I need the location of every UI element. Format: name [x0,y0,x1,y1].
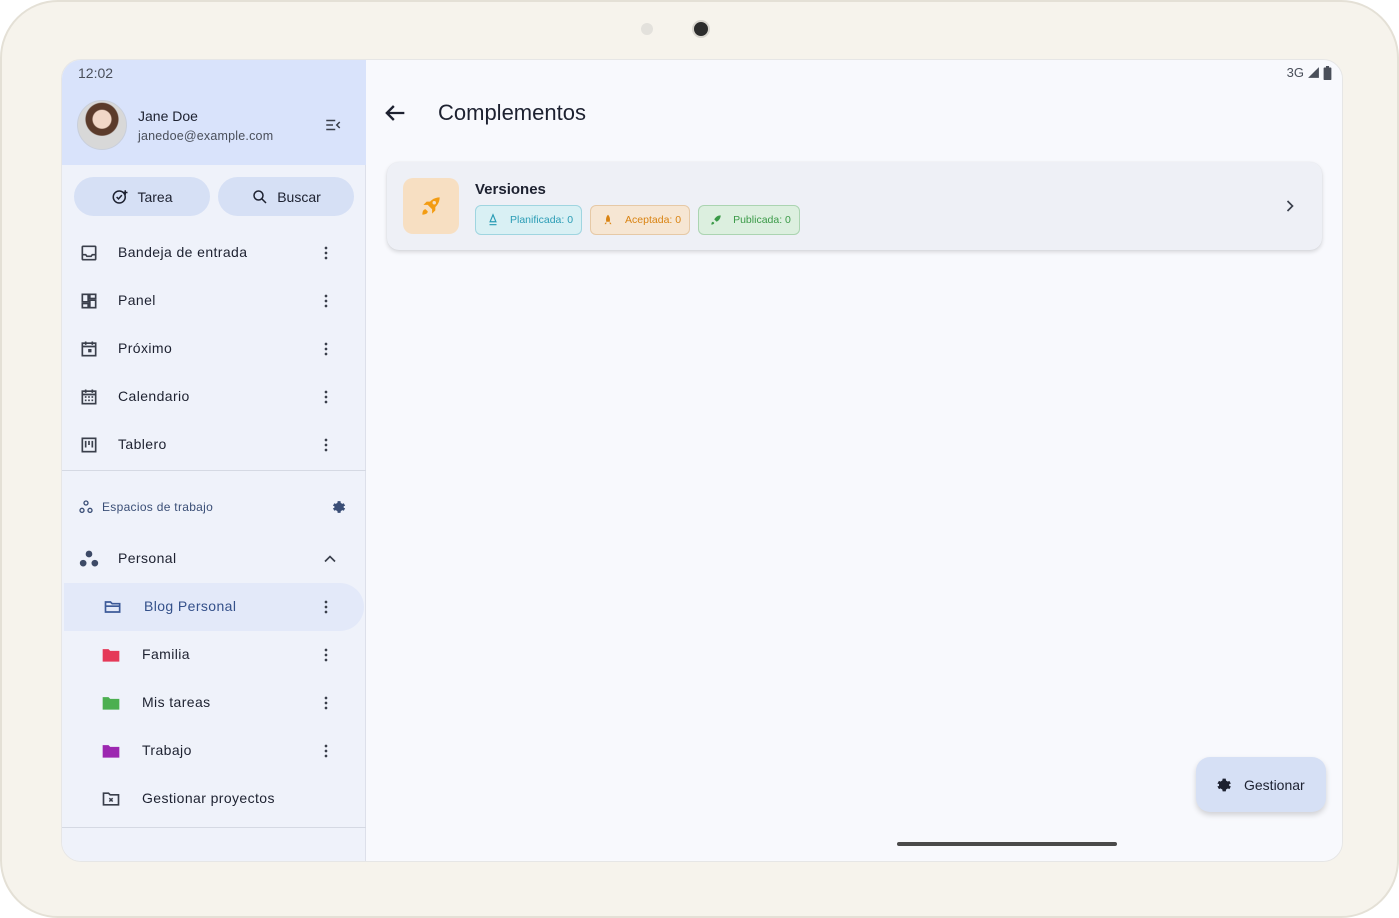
project-label: Mis tareas [142,694,211,710]
more-vert-icon[interactable] [316,435,336,455]
project-label: Trabajo [142,742,192,758]
more-vert-icon[interactable] [316,339,336,359]
gesture-home-bar[interactable] [897,842,1117,846]
workspace-personal-icon [79,550,99,567]
card-title: Versiones [475,181,546,198]
rocket-icon [403,178,459,234]
project-blog-personal[interactable]: Blog Personal [64,583,364,631]
rocket-launch-icon [711,215,721,225]
nav-item-label: Calendario [118,388,190,404]
dashboard-icon [81,293,97,309]
nav-item-label: Tablero [118,436,167,452]
gear-icon [1217,778,1231,791]
project-label: Blog Personal [144,598,237,614]
more-vert-icon[interactable] [316,387,336,407]
sensor-dot [641,23,653,35]
search-button[interactable]: Buscar [218,177,354,216]
signal-icon [1308,67,1319,78]
project-trabajo[interactable]: Trabajo [62,727,366,775]
drawer-header: 12:02 Jane Doe janedoe@example.com [62,60,366,165]
project-label: Familia [142,646,190,662]
avatar[interactable] [77,100,127,150]
user-email: janedoe@example.com [138,129,274,143]
add-task-icon [112,189,128,204]
status-indicators: 3G [1287,65,1332,80]
nav-item-label: Panel [118,292,156,308]
search-label: Buscar [277,188,321,205]
calendar-today-icon [81,341,97,357]
chip-accepted: Aceptada: 0 [590,205,691,235]
nav-item-panel[interactable]: Panel [62,277,366,325]
more-vert-icon[interactable] [316,645,336,665]
divider [62,470,366,471]
gear-icon[interactable] [328,497,348,517]
folder-open-icon [104,601,121,613]
rocket-upright-icon [604,214,612,225]
folder-manage-icon [102,792,120,806]
chip-published: Publicada: 0 [698,205,800,235]
more-vert-icon[interactable] [316,243,336,263]
manage-fab-label: Gestionar [1244,776,1305,793]
project-familia[interactable]: Familia [62,631,366,679]
manage-projects-label: Gestionar proyectos [142,790,275,806]
user-name: Jane Doe [138,108,198,124]
page-title: Complementos [438,100,586,125]
chip-planned-label: Planificada: 0 [510,214,574,226]
chip-planned: Planificada: 0 [475,205,583,235]
front-camera [692,20,710,38]
draft-rocket-icon [489,213,497,226]
folder-icon [102,649,120,662]
main-content: 3G Complementos Versiones Planificada: 0 [367,60,1342,861]
chip-published-label: Publicada: 0 [733,214,791,226]
status-chips: Planificada: 0 Aceptada: 0 Publicada: 0 [475,205,800,235]
back-arrow-icon[interactable] [381,99,409,127]
chip-accepted-label: Aceptada: 0 [625,214,682,226]
nav-item-label: Bandeja de entrada [118,244,248,260]
new-task-button[interactable]: Tarea [74,177,210,216]
workspace-name: Personal [118,550,177,566]
project-mis-tareas[interactable]: Mis tareas [62,679,366,727]
calendar-month-icon [81,389,97,405]
manage-projects[interactable]: Gestionar proyectos [62,775,366,823]
nav-item-label: Próximo [118,340,173,356]
manage-fab[interactable]: Gestionar [1196,757,1326,812]
divider [62,827,366,828]
nav-item-calendar[interactable]: Calendario [62,373,366,421]
nav-item-board[interactable]: Tablero [62,421,366,469]
nav-item-inbox[interactable]: Bandeja de entrada [62,229,366,277]
more-vert-icon[interactable] [316,291,336,311]
workspace-personal[interactable]: Personal [62,535,366,583]
nav-item-upcoming[interactable]: Próximo [62,325,366,373]
status-time: 12:02 [78,65,114,81]
inbox-icon [81,245,97,261]
workspaces-header: Espacios de trabajo [62,487,366,527]
board-icon [81,437,97,453]
network-type: 3G [1286,65,1304,80]
chevron-up-icon[interactable] [320,549,340,569]
battery-icon [1323,65,1332,80]
folder-icon [102,745,120,758]
folder-icon [102,697,120,710]
chevron-right-icon [1286,200,1294,212]
new-task-label: Tarea [137,188,173,205]
search-icon [253,189,267,204]
more-vert-icon[interactable] [316,597,336,617]
workspaces-label: Espacios de trabajo [102,500,214,514]
navigation-drawer: 12:02 Jane Doe janedoe@example.com Tarea… [62,60,366,861]
versions-card[interactable]: Versiones Planificada: 0 Aceptada: 0 Pub… [387,162,1322,250]
screen: 12:02 Jane Doe janedoe@example.com Tarea… [61,59,1343,862]
workspaces-icon [79,500,93,513]
menu-collapse-icon[interactable] [324,116,342,134]
tablet-frame: 12:02 Jane Doe janedoe@example.com Tarea… [0,0,1399,918]
more-vert-icon[interactable] [316,693,336,713]
more-vert-icon[interactable] [316,741,336,761]
